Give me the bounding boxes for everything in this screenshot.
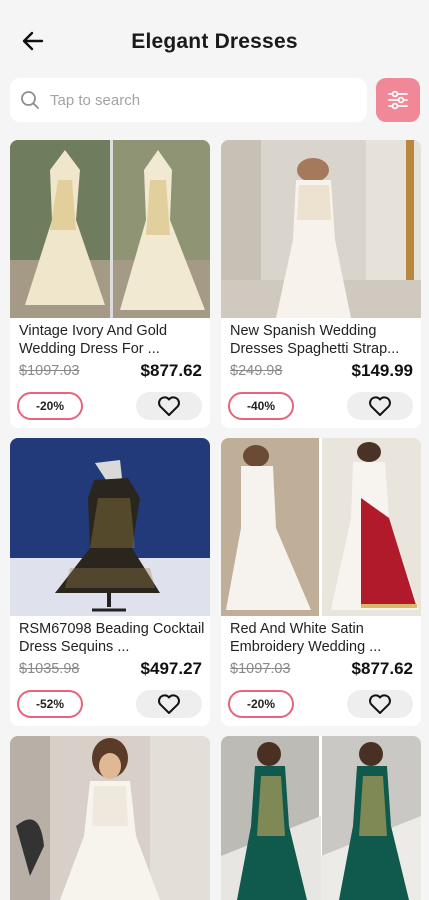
discount-badge: -20% [228, 690, 294, 718]
product-card[interactable]: RSM67098 Beading Cocktail Dress Sequins … [10, 438, 210, 726]
heart-outline-icon [369, 694, 391, 714]
product-image[interactable] [10, 736, 210, 900]
favorite-button[interactable] [347, 392, 413, 420]
product-image[interactable] [10, 438, 210, 616]
product-name: New Spanish Wedding Dresses Spaghetti St… [230, 323, 400, 357]
original-price: $1097.03 [19, 363, 80, 379]
sale-price: $877.62 [140, 361, 202, 380]
original-price: $1097.03 [230, 661, 291, 677]
product-name: RSM67098 Beading Cocktail Dress Sequins … [19, 621, 205, 655]
original-price: $249.98 [230, 363, 283, 379]
product-grid: Vintage Ivory And Gold Wedding Dress For… [0, 0, 429, 900]
favorite-button[interactable] [136, 392, 202, 420]
product-image[interactable] [221, 736, 421, 900]
product-name: Red And White Satin Embroidery Wedding .… [230, 621, 382, 655]
original-price: $1035.98 [19, 661, 80, 677]
sale-price: $149.99 [351, 361, 413, 380]
product-image[interactable] [10, 140, 210, 318]
product-card[interactable] [10, 736, 210, 900]
sale-price: $497.27 [140, 659, 202, 678]
favorite-button[interactable] [347, 690, 413, 718]
product-image[interactable] [221, 438, 421, 616]
favorite-button[interactable] [136, 690, 202, 718]
heart-outline-icon [158, 396, 180, 416]
product-image[interactable] [221, 140, 421, 318]
sale-price: $877.62 [351, 659, 413, 678]
product-name: Vintage Ivory And Gold Wedding Dress For… [19, 323, 168, 357]
heart-outline-icon [369, 396, 391, 416]
product-card[interactable]: Red And White Satin Embroidery Wedding .… [221, 438, 421, 726]
product-card[interactable]: Vintage Ivory And Gold Wedding Dress For… [10, 140, 210, 428]
heart-outline-icon [158, 694, 180, 714]
product-card[interactable] [221, 736, 421, 900]
product-card[interactable]: New Spanish Wedding Dresses Spaghetti St… [221, 140, 421, 428]
discount-badge: -20% [17, 392, 83, 420]
discount-badge: -40% [228, 392, 294, 420]
discount-badge: -52% [17, 690, 83, 718]
